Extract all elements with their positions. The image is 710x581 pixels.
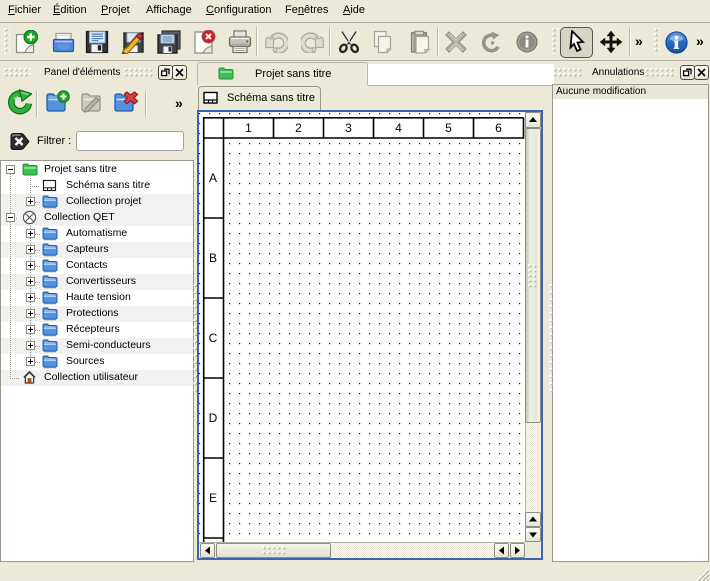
svg-text:5: 5 (445, 121, 452, 135)
svg-text:6: 6 (495, 121, 502, 135)
svg-text:C: C (209, 331, 218, 345)
svg-text:4: 4 (395, 121, 402, 135)
svg-text:3: 3 (345, 121, 352, 135)
svg-text:A: A (209, 171, 217, 185)
svg-text:2: 2 (295, 121, 302, 135)
svg-text:1: 1 (245, 121, 252, 135)
svg-text:E: E (209, 491, 217, 505)
svg-text:B: B (209, 251, 217, 265)
svg-text:D: D (209, 411, 218, 425)
